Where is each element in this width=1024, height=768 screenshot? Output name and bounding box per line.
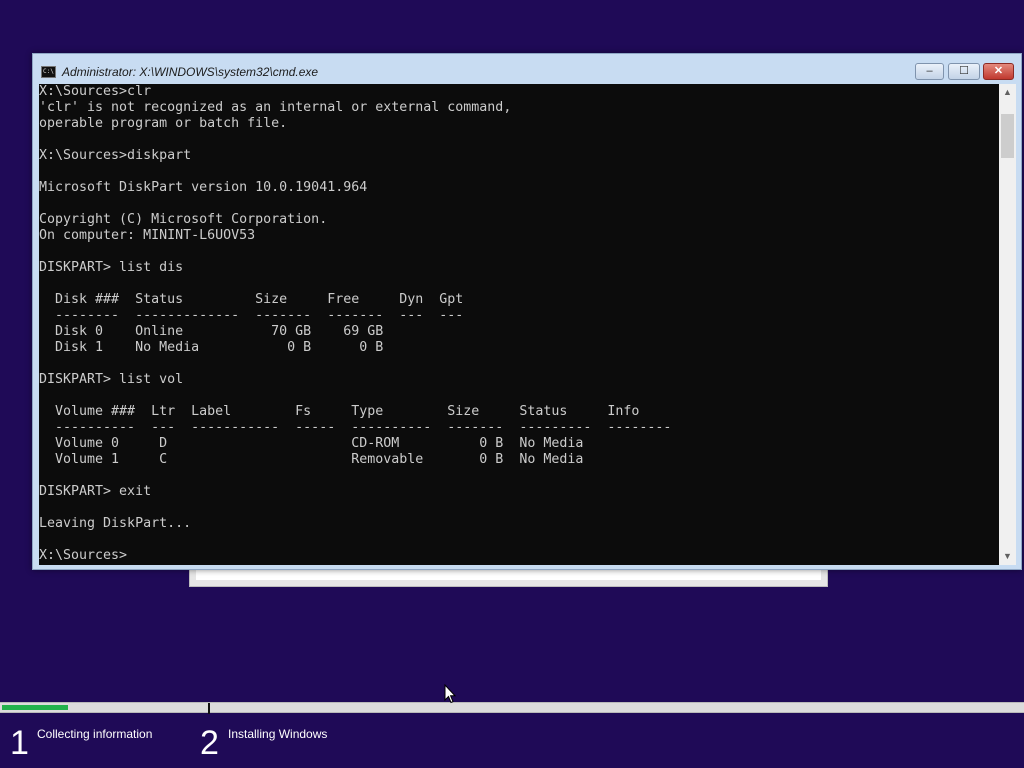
console-area[interactable]: X:\Sources>clr'clr' is not recognized as… <box>39 84 1016 565</box>
close-button[interactable]: ✕ <box>983 63 1014 80</box>
console-line: operable program or batch file. <box>39 116 288 131</box>
title-bar[interactable]: C:\ Administrator: X:\WINDOWS\system32\c… <box>33 54 1021 84</box>
vertical-scrollbar[interactable]: ▲ ▼ <box>999 84 1016 565</box>
minimize-button[interactable]: – <box>915 63 944 80</box>
console-line: On computer: MININT-L6UOV53 <box>39 228 256 243</box>
console-line: DISKPART> exit <box>39 484 152 499</box>
console-line: Leaving DiskPart... <box>39 516 192 531</box>
console-line: Microsoft DiskPart version 10.0.19041.96… <box>39 180 368 195</box>
cmd-window[interactable]: C:\ Administrator: X:\WINDOWS\system32\c… <box>32 53 1022 570</box>
console-line: ---------- --- ----------- ----- -------… <box>39 420 672 435</box>
cmd-app-icon: C:\ <box>41 66 56 78</box>
console-line: DISKPART> list dis <box>39 260 184 275</box>
console-line: Volume 0 D CD-ROM 0 B No Media <box>39 436 584 451</box>
console-line: X:\Sources> <box>39 548 128 563</box>
scroll-thumb[interactable] <box>1001 114 1014 158</box>
step-2-number: 2 <box>200 724 219 762</box>
console-line: X:\Sources>clr <box>39 84 152 99</box>
mouse-pointer-icon <box>444 684 456 704</box>
console-line: Volume ### Ltr Label Fs Type Size Status… <box>39 404 640 419</box>
console-line: DISKPART> list vol <box>39 372 184 387</box>
setup-progress-bar <box>0 702 1024 714</box>
step-divider <box>208 703 210 714</box>
console-line: Disk 1 No Media 0 B 0 B <box>39 340 384 355</box>
console-output[interactable]: X:\Sources>clr'clr' is not recognized as… <box>39 84 999 564</box>
console-line: X:\Sources>diskpart <box>39 148 192 163</box>
step-2-label: Installing Windows <box>228 727 328 741</box>
window-title: Administrator: X:\WINDOWS\system32\cmd.e… <box>62 65 319 79</box>
console-line: Volume 1 C Removable 0 B No Media <box>39 452 584 467</box>
step-1-label: Collecting information <box>37 727 153 741</box>
console-line: Copyright (C) Microsoft Corporation. <box>39 212 328 227</box>
step-1-number: 1 <box>10 724 29 762</box>
console-line: 'clr' is not recognized as an internal o… <box>39 100 512 115</box>
console-line: Disk ### Status Size Free Dyn Gpt <box>39 292 464 307</box>
maximize-button[interactable]: ☐ <box>948 63 980 80</box>
progress-fill <box>2 705 68 710</box>
scroll-down-arrow-icon[interactable]: ▼ <box>999 548 1016 565</box>
scroll-up-arrow-icon[interactable]: ▲ <box>999 84 1016 101</box>
console-line: Disk 0 Online 70 GB 69 GB <box>39 324 384 339</box>
console-line: -------- ------------- ------- ------- -… <box>39 308 464 323</box>
